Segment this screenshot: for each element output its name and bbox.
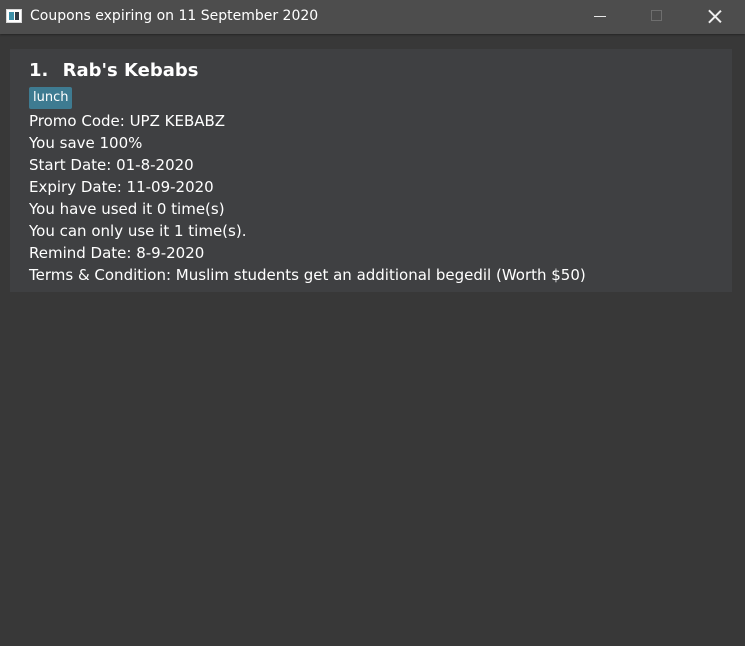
coupon-tag: lunch	[29, 87, 73, 109]
coupon-reminder-window: Coupons expiring on 11 September 2020 1.…	[0, 0, 745, 646]
terms-text: Terms & Condition: Muslim students get a…	[29, 266, 586, 284]
savings-text: You save 100%	[29, 134, 143, 152]
usage-text: You have used it 0 time(s)	[29, 200, 225, 218]
maximize-icon	[651, 10, 662, 21]
coupon-details: Promo Code: UPZ KEBABZ You save 100% Sta…	[29, 110, 586, 286]
start-date-text: Start Date: 01-8-2020	[29, 156, 194, 174]
maximize-button[interactable]	[634, 0, 680, 34]
minimize-button[interactable]	[576, 0, 622, 34]
coupon-name: Rab's Kebabs	[62, 60, 199, 81]
window-title: Coupons expiring on 11 September 2020	[30, 8, 319, 24]
coupon-card[interactable]: 1. Rab's Kebabs lunch Promo Code: UPZ KE…	[10, 49, 732, 292]
app-icon	[6, 9, 22, 23]
remind-date-text: Remind Date: 8-9-2020	[29, 244, 205, 262]
close-button[interactable]	[692, 0, 738, 34]
app-icon-left-panel	[9, 12, 14, 20]
close-icon	[708, 9, 722, 23]
usage-limit-text: You can only use it 1 time(s).	[29, 222, 247, 240]
expiry-date-text: Expiry Date: 11-09-2020	[29, 178, 214, 196]
title-bar[interactable]: Coupons expiring on 11 September 2020	[0, 0, 745, 34]
app-icon-right-panel	[15, 12, 19, 20]
minimize-icon	[594, 16, 606, 17]
promo-code-text: Promo Code: UPZ KEBABZ	[29, 112, 226, 130]
coupon-index: 1.	[29, 60, 49, 81]
coupon-title: 1. Rab's Kebabs	[29, 60, 199, 81]
